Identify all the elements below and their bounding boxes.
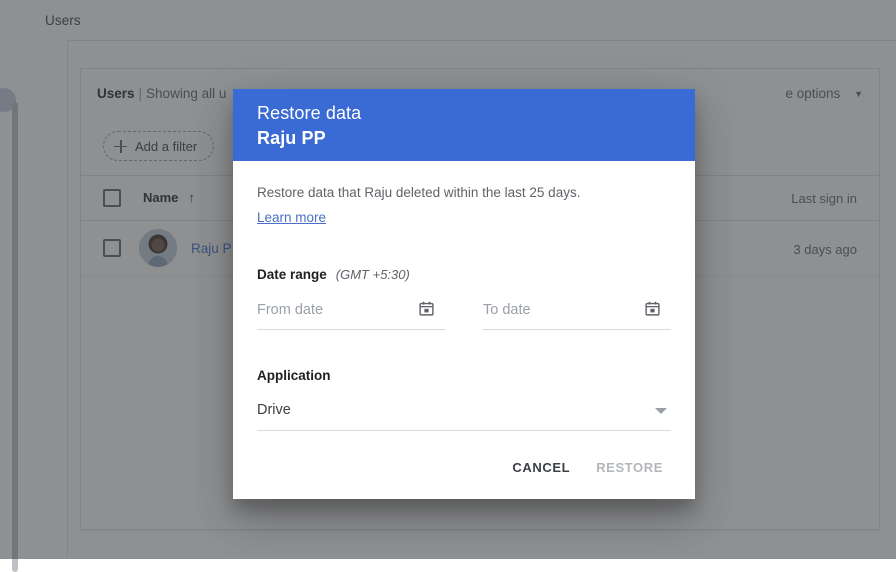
dialog-actions: CANCEL RESTORE <box>502 450 673 485</box>
date-range-row: From date To date <box>257 296 671 330</box>
restore-data-dialog: Restore data Raju PP Restore data that R… <box>233 89 695 499</box>
learn-more-link[interactable]: Learn more <box>257 210 326 225</box>
to-date-field[interactable]: To date <box>483 296 671 330</box>
application-selected-value: Drive <box>257 402 291 418</box>
dialog-title: Restore data <box>257 103 362 123</box>
application-label: Application <box>257 368 331 383</box>
dialog-subtitle: Raju PP <box>257 128 326 148</box>
restore-button[interactable]: RESTORE <box>586 450 673 485</box>
application-select[interactable]: Drive <box>257 397 671 431</box>
dialog-description: Restore data that Raju deleted within th… <box>257 185 581 200</box>
dialog-body: Restore data that Raju deleted within th… <box>233 161 695 431</box>
date-range-label: Date range <box>257 267 327 282</box>
cancel-button[interactable]: CANCEL <box>502 450 580 485</box>
date-range-label-row: Date range (GMT +5:30) <box>257 267 671 282</box>
dialog-header: Restore data Raju PP <box>233 89 695 161</box>
calendar-icon[interactable] <box>644 300 661 317</box>
dropdown-caret-icon <box>655 408 667 414</box>
from-date-field[interactable]: From date <box>257 296 445 330</box>
calendar-icon[interactable] <box>418 300 435 317</box>
from-date-placeholder: From date <box>257 302 324 318</box>
timezone-note: (GMT +5:30) <box>335 267 410 282</box>
to-date-placeholder: To date <box>483 302 531 318</box>
